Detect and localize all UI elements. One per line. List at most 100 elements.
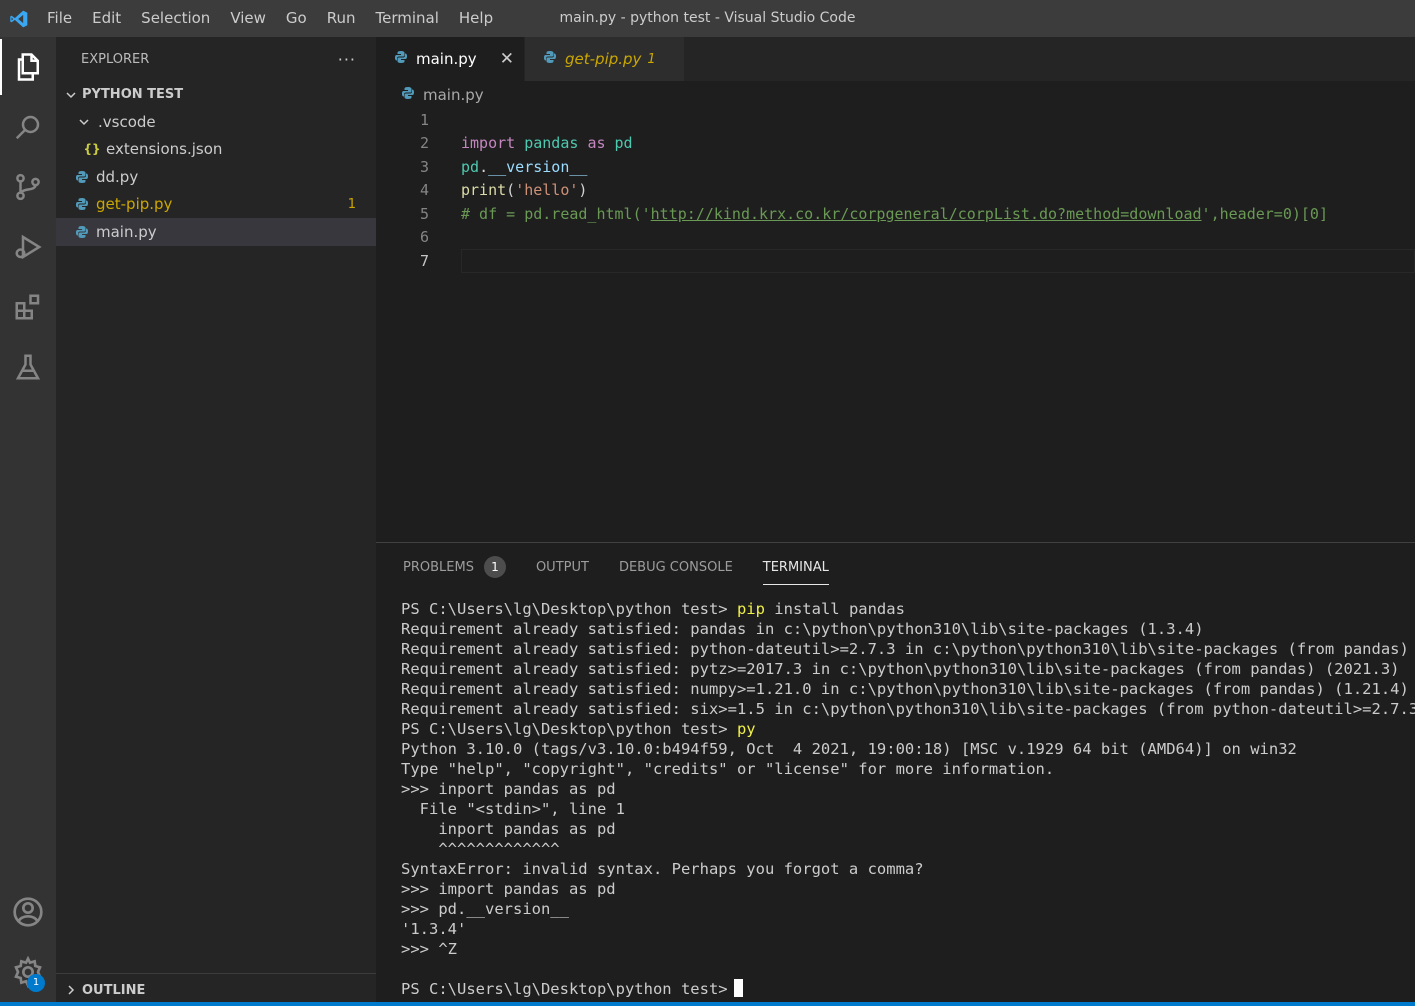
menu-edit[interactable]: Edit <box>82 0 131 37</box>
code-line: 2 import pandas as pd <box>376 132 1415 156</box>
line-number: 4 <box>419 181 429 200</box>
python-file-icon <box>401 86 415 104</box>
terminal-line: SyntaxError: invalid syntax. Perhaps you… <box>401 860 924 878</box>
explorer-header: EXPLORER ··· <box>56 37 376 81</box>
terminal-line: >>> ^Z <box>401 940 457 958</box>
menu-run[interactable]: Run <box>317 0 366 37</box>
comment-url-link[interactable]: http://kind.krx.co.kr/corpgeneral/corpLi… <box>651 205 1202 223</box>
menu-file[interactable]: File <box>37 0 82 37</box>
code-line: 1 <box>376 108 1415 132</box>
tree-item-label: main.py <box>96 222 157 241</box>
tab-label: get-pip.py <box>565 50 642 68</box>
tree-item-vscode[interactable]: .vscode <box>56 108 376 136</box>
code-line: 4 print('hello') <box>376 179 1415 203</box>
problem-count-badge: 1 <box>347 196 356 212</box>
terminal-line: PS C:\Users\lg\Desktop\python test> pip … <box>401 600 905 618</box>
problems-count-badge: 1 <box>483 556 506 578</box>
tree-item-label: .vscode <box>98 112 156 131</box>
terminal-line: Requirement already satisfied: pandas in… <box>401 620 1204 638</box>
tab-label: DEBUG CONSOLE <box>618 559 733 575</box>
code-text: import pandas as pd <box>461 134 633 153</box>
tree-item-dd-py[interactable]: dd.py <box>56 163 376 191</box>
panel-tabs: PROBLEMS 1 OUTPUT DEBUG CONSOLE TERMINAL <box>376 543 1415 591</box>
terminal-line: Requirement already satisfied: pytz>=201… <box>401 660 1400 678</box>
settings-icon[interactable]: 1 <box>0 944 56 1000</box>
terminal-line: ^^^^^^^^^^^^^ <box>401 840 560 858</box>
tab-problems[interactable]: PROBLEMS 1 <box>403 543 506 591</box>
activity-bar: 1 <box>0 37 56 1006</box>
chevron-down-icon <box>62 89 80 101</box>
close-icon[interactable]: ✕ <box>500 49 514 69</box>
code-comment: # df = pd.read_html('http://kind.krx.co.… <box>461 204 1328 223</box>
terminal-line: Requirement already satisfied: numpy>=1.… <box>401 680 1409 698</box>
tab-get-pip-py[interactable]: get-pip.py 1 <box>524 37 684 81</box>
terminal-line: Requirement already satisfied: python-da… <box>401 640 1415 658</box>
terminal-line: '1.3.4' <box>401 920 467 938</box>
tab-problem-badge: 1 <box>647 51 656 67</box>
current-code-line: 7 <box>376 249 1415 273</box>
menu-go[interactable]: Go <box>276 0 317 37</box>
json-file-icon: {} <box>83 142 101 157</box>
tab-debug-console[interactable]: DEBUG CONSOLE <box>619 543 733 591</box>
source-control-icon[interactable] <box>0 159 56 215</box>
terminal-line: Requirement already satisfied: six>=1.5 … <box>401 700 1415 718</box>
tree-item-label: extensions.json <box>106 140 223 159</box>
extensions-icon[interactable] <box>0 279 56 335</box>
chevron-down-icon <box>76 116 92 128</box>
line-number: 6 <box>419 228 429 247</box>
tree-item-label: get-pip.py <box>96 195 173 214</box>
folder-title: PYTHON TEST <box>82 87 184 102</box>
explorer-sidebar: EXPLORER ··· PYTHON TEST .vscode {} exte… <box>56 37 376 1006</box>
tab-main-py[interactable]: main.py ✕ <box>376 37 524 81</box>
menu-selection[interactable]: Selection <box>131 0 220 37</box>
tab-output[interactable]: OUTPUT <box>536 543 589 591</box>
code-text: pd.__version__ <box>461 157 588 176</box>
vscode-logo-icon <box>0 0 37 37</box>
menu-terminal[interactable]: Terminal <box>366 0 449 37</box>
terminal-line: Python 3.10.0 (tags/v3.10.0:b494f59, Oct… <box>401 740 1297 758</box>
python-file-icon <box>74 225 90 239</box>
tree-item-extensions-json[interactable]: {} extensions.json <box>56 136 376 164</box>
breadcrumb: main.py <box>376 81 1415 108</box>
menu-help[interactable]: Help <box>449 0 503 37</box>
code-line: 5 # df = pd.read_html('http://kind.krx.c… <box>376 202 1415 226</box>
tab-label: TERMINAL <box>762 559 829 575</box>
menu-bar: File Edit Selection View Go Run Terminal… <box>37 0 503 37</box>
status-bar <box>0 1002 1415 1006</box>
testing-icon[interactable] <box>0 339 56 395</box>
line-number: 3 <box>419 157 429 176</box>
terminal-line: File "<stdin>", line 1 <box>401 800 625 818</box>
terminal-line: >>> inport pandas as pd <box>401 780 616 798</box>
terminal-line: >>> import pandas as pd <box>401 880 616 898</box>
search-icon[interactable] <box>0 99 56 155</box>
menu-view[interactable]: View <box>220 0 276 37</box>
tab-terminal[interactable]: TERMINAL <box>762 543 830 591</box>
code-line: 3 pd.__version__ <box>376 155 1415 179</box>
tree-item-main-py[interactable]: main.py <box>56 218 376 246</box>
python-file-icon <box>74 197 90 211</box>
terminal-line: >>> pd.__version__ <box>401 900 569 918</box>
python-file-icon <box>394 50 408 68</box>
terminal-line: inport pandas as pd <box>401 820 616 838</box>
code-text: print('hello') <box>461 181 588 200</box>
explorer-icon[interactable] <box>0 39 56 95</box>
code-line: 6 <box>376 226 1415 250</box>
folder-section-python-test[interactable]: PYTHON TEST <box>56 81 376 108</box>
tree-item-get-pip-py[interactable]: get-pip.py 1 <box>56 191 376 219</box>
run-debug-icon[interactable] <box>0 219 56 275</box>
more-actions-icon[interactable]: ··· <box>338 50 356 69</box>
terminal-output[interactable]: PS C:\Users\lg\Desktop\python test> pip … <box>401 599 1415 999</box>
python-file-icon <box>543 50 557 68</box>
breadcrumb-file[interactable]: main.py <box>423 86 484 104</box>
tab-label: OUTPUT <box>535 559 589 575</box>
account-icon[interactable] <box>0 884 56 940</box>
chevron-right-icon <box>62 984 80 996</box>
editor-tabs: main.py ✕ get-pip.py 1 <box>376 37 1415 81</box>
tree-item-label: dd.py <box>96 167 139 186</box>
tab-label: main.py <box>416 50 477 68</box>
tab-label: PROBLEMS <box>403 559 474 575</box>
bottom-panel: PROBLEMS 1 OUTPUT DEBUG CONSOLE TERMINAL… <box>376 542 1415 1002</box>
terminal-line: Type "help", "copyright", "credits" or "… <box>401 760 1055 778</box>
editor-area: main.py ✕ get-pip.py 1 main.py 1 2 impor… <box>376 37 1415 542</box>
